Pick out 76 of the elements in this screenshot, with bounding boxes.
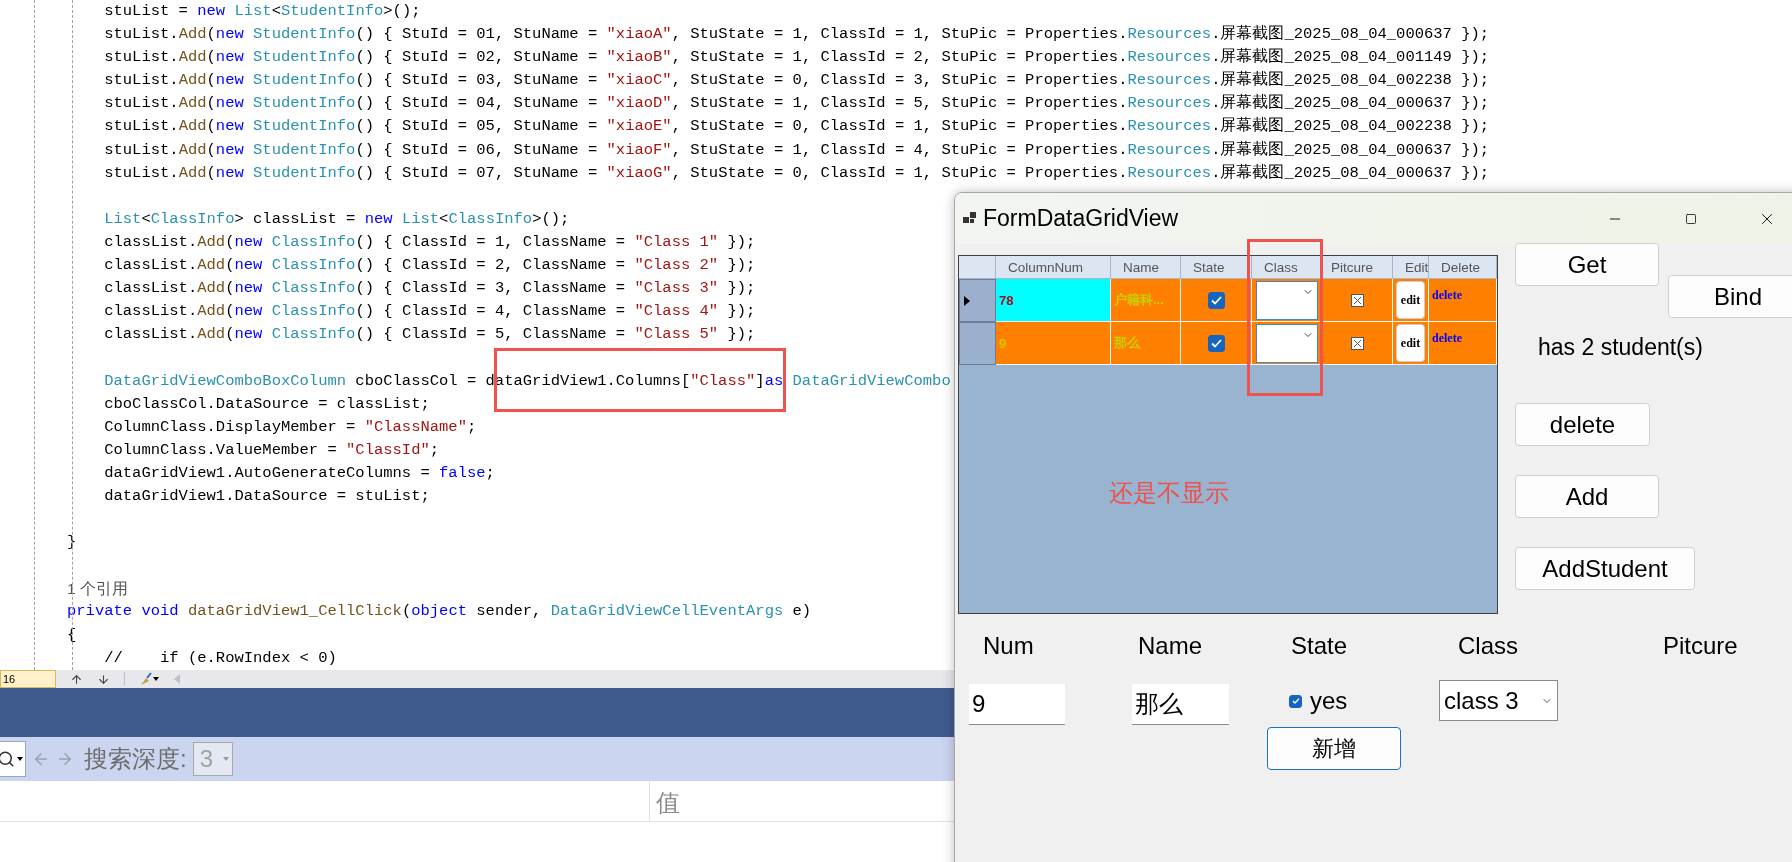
code-line: stuList.Add(new StudentInfo() { StuId = 01, StuName = "xiaoA", StuState = 1, ClassId = 1, StuPic = Properties.Resources.屏幕截图_2025_08_04_000637 });: [103, 24, 1490, 46]
code-line: stuList.Add(new StudentInfo() { StuId = 05, StuName = "xiaoE", StuState = 0, ClassId = 1, StuPic = Properties.Resources.屏幕截图_2025_08_04_002238 });: [103, 116, 1490, 138]
column-header: Pitcure: [1322, 256, 1393, 279]
checkbox[interactable]: [1207, 334, 1225, 352]
code-line: stuList.Add(new StudentInfo() { StuId = 06, StuName = "xiaoF", StuState = 1, ClassId = 4, StuPic = Properties.Resources.屏幕截图_2025_08_04_000637 });: [103, 139, 1490, 161]
add-button[interactable]: Add: [1515, 475, 1659, 518]
column-header: Name: [1111, 256, 1181, 279]
column-header: 值: [655, 788, 680, 818]
window-title: FormDataGridView: [983, 205, 1179, 232]
code-line: // if (e.RowIndex < 0): [103, 647, 337, 669]
caret-icon: [17, 757, 23, 761]
add-new-button[interactable]: 新增: [1267, 727, 1401, 770]
table-cell: 78: [996, 279, 1111, 322]
checkmark-icon: [1291, 698, 1300, 704]
code-line: stuList = new List<StudentInfo>();: [103, 1, 421, 22]
bind-button[interactable]: Bind: [1668, 275, 1792, 318]
student-count-label: has 2 student(s): [1538, 334, 1703, 361]
field-label: Name: [1138, 632, 1203, 661]
field-label: Num: [983, 632, 1034, 661]
code-line: stuList.Add(new StudentInfo() { StuId = 04, StuName = "xiaoD", StuState = 1, ClassId = 5, StuPic = Properties.Resources.屏幕截图_2025_08_04_000637 });: [103, 93, 1490, 115]
add-student-button[interactable]: AddStudent: [1515, 547, 1695, 590]
field-label: Pitcure: [1663, 632, 1738, 661]
table-cell: 户籍科...: [1111, 279, 1181, 322]
column-header: State: [1181, 256, 1252, 279]
code-line: {: [67, 624, 77, 646]
code-line: dataGridView1.AutoGenerateColumns = false;: [103, 462, 495, 484]
code-line: stuList.Add(new StudentInfo() { StuId = 07, StuName = "xiaoG", StuState = 0, ClassId = 1, StuPic = Properties.Resources.屏幕截图_2025_08_04_000637 });: [103, 162, 1490, 184]
column-header: ColumnNum: [996, 256, 1111, 279]
checkbox-label: yes: [1310, 687, 1348, 715]
up-arrow-icon[interactable]: [70, 672, 83, 686]
code-line: cboClassCol.DataSource = classList;: [103, 393, 430, 415]
column-header: Edit: [1393, 256, 1429, 279]
caret-icon: [222, 757, 229, 761]
crossed-box-icon: [1350, 336, 1364, 350]
combo-box[interactable]: [1255, 280, 1318, 320]
field-label: State: [1291, 632, 1348, 661]
code-line: classList.Add(new ClassInfo() { ClassId = 2, ClassName = "Class 2" });: [103, 255, 756, 277]
edit-button[interactable]: edit: [1396, 281, 1425, 319]
column-header: Class: [1252, 256, 1322, 279]
annotation-text: 还是不显示: [1109, 478, 1229, 508]
combo-box[interactable]: [1255, 323, 1318, 363]
line-number-field[interactable]: 16: [0, 670, 56, 688]
num-field[interactable]: 9: [969, 684, 1065, 725]
edit-button[interactable]: edit: [1396, 324, 1425, 362]
maximize-icon[interactable]: [1685, 212, 1697, 225]
search-icon: [0, 750, 15, 768]
table-cell: 那么: [1111, 322, 1181, 365]
field-label: Class: [1458, 632, 1518, 661]
checkmark-icon: [1210, 295, 1222, 305]
app-icon: [963, 211, 977, 226]
code-line: classList.Add(new ClassInfo() { ClassId = 3, ClassName = "Class 3" });: [103, 278, 756, 300]
class-select[interactable]: class 3: [1439, 680, 1558, 721]
code-line: ColumnClass.ValueMember = "ClassId";: [103, 439, 440, 461]
delete-button[interactable]: delete: [1515, 403, 1650, 446]
code-line: stuList.Add(new StudentInfo() { StuId = 02, StuName = "xiaoB", StuState = 1, ClassId = 2, StuPic = Properties.Resources.屏幕截图_2025_08_04_001149 });: [103, 47, 1490, 69]
checkbox[interactable]: [1207, 291, 1225, 309]
checkbox[interactable]: [1289, 694, 1302, 708]
code-line: classList.Add(new ClassInfo() { ClassId = 1, ClassName = "Class 1" });: [103, 231, 756, 253]
code-line: classList.Add(new ClassInfo() { ClassId = 4, ClassName = "Class 4" });: [103, 301, 756, 323]
brush-icon[interactable]: [139, 672, 159, 686]
code-line: ColumnClass.DisplayMember = "ClassName";: [103, 416, 477, 438]
code-line: classList.Add(new ClassInfo() { ClassId = 5, ClassName = "Class 5" });: [103, 324, 756, 346]
name-field[interactable]: 那么: [1132, 684, 1229, 725]
checkmark-icon: [1210, 338, 1222, 348]
column-header: Delete: [1429, 256, 1497, 279]
get-button[interactable]: Get: [1515, 243, 1659, 286]
row-pointer-icon: [964, 295, 970, 306]
code-line: dataGridView1.DataSource = stuList;: [103, 485, 430, 507]
code-line: stuList.Add(new StudentInfo() { StuId = 03, StuName = "xiaoC", StuState = 0, ClassId = 3, StuPic = Properties.Resources.屏幕截图_2025_08_04_002238 });: [103, 70, 1490, 92]
code-line: private void dataGridView1_CellClick(object sender, DataGridViewCellEventArgs e): [67, 601, 812, 623]
table-cell: 9: [996, 322, 1111, 365]
search-depth-label: 搜索深度:: [84, 744, 187, 774]
crossed-box-icon: [1350, 293, 1364, 307]
code-line: List<ClassInfo> classList = new List<ClassInfo>();: [103, 208, 570, 230]
corner-cell: [959, 256, 996, 279]
down-arrow-icon[interactable]: [97, 672, 110, 686]
